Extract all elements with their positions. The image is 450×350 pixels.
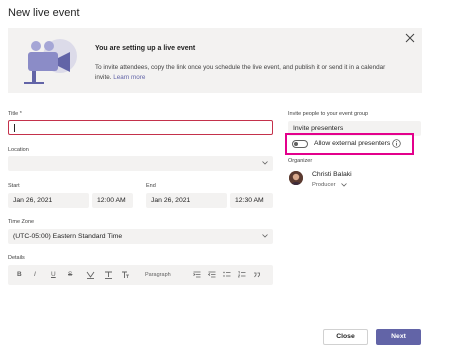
timezone-select[interactable]: (UTC-05:00) Eastern Standard Time (8, 229, 273, 244)
external-presenters-highlight: Allow external presenters (285, 133, 414, 155)
details-label: Details (8, 255, 25, 261)
location-select[interactable] (8, 156, 273, 171)
banner-heading: You are setting up a live event (95, 45, 196, 52)
numbered-list-icon[interactable] (238, 271, 246, 279)
quote-icon[interactable] (253, 271, 261, 279)
info-icon[interactable] (392, 139, 401, 148)
end-time-value: 12:30 AM (235, 197, 264, 204)
end-date-input[interactable]: Jan 26, 2021 (146, 193, 227, 208)
title-label: Title * (8, 111, 22, 117)
next-button[interactable]: Next (376, 329, 421, 345)
allow-external-label: Allow external presenters (314, 140, 391, 147)
avatar-photo (289, 171, 303, 185)
timezone-label: Time Zone (8, 219, 35, 225)
details-editor[interactable] (8, 265, 273, 285)
start-time-value: 12:00 AM (97, 197, 126, 204)
chevron-down-icon[interactable] (341, 183, 347, 187)
learn-more-link[interactable]: Learn more (113, 74, 145, 81)
invite-group-label: Invite people to your event group (288, 111, 369, 117)
text-caret (14, 124, 15, 132)
allow-external-toggle[interactable] (292, 140, 308, 148)
font-size-icon[interactable] (121, 271, 130, 279)
paragraph-dropdown[interactable]: Paragraph (145, 272, 171, 278)
indent-icon[interactable] (193, 271, 201, 279)
strikethrough-button[interactable]: S (68, 271, 72, 278)
organizer-label: Organizer (288, 158, 313, 164)
close-icon[interactable] (405, 33, 415, 43)
avatar (289, 171, 303, 185)
chevron-down-icon (262, 234, 268, 238)
bold-button[interactable]: B (17, 271, 22, 278)
location-label: Location (8, 147, 29, 153)
start-time-input[interactable]: 12:00 AM (92, 193, 133, 208)
underline-button[interactable]: U (51, 271, 56, 278)
timezone-value: (UTC-05:00) Eastern Standard Time (13, 233, 123, 240)
outdent-icon[interactable] (208, 271, 216, 279)
start-date-input[interactable]: Jan 26, 2021 (8, 193, 89, 208)
end-label: End (146, 183, 156, 189)
dialog-title: New live event (8, 7, 80, 19)
close-button[interactable]: Close (323, 329, 368, 345)
end-date-value: Jan 26, 2021 (151, 197, 191, 204)
invite-presenters-placeholder: Invite presenters (293, 125, 344, 132)
highlight-icon[interactable] (86, 271, 95, 279)
bulleted-list-icon[interactable] (223, 271, 231, 279)
info-banner: You are setting up a live event To invit… (8, 28, 422, 93)
organizer-role[interactable]: Producer (312, 182, 336, 188)
font-color-icon[interactable] (104, 271, 113, 279)
end-time-input[interactable]: 12:30 AM (230, 193, 273, 208)
video-camera-illustration (24, 39, 77, 84)
toggle-knob (294, 142, 298, 146)
italic-button[interactable]: I (34, 271, 36, 278)
title-input[interactable] (8, 120, 273, 135)
organizer-name: Christi Balaki (312, 171, 352, 178)
chevron-down-icon (262, 161, 268, 165)
start-label: Start (8, 183, 20, 189)
banner-body: To invite attendees, copy the link once … (95, 63, 395, 82)
start-date-value: Jan 26, 2021 (13, 197, 53, 204)
